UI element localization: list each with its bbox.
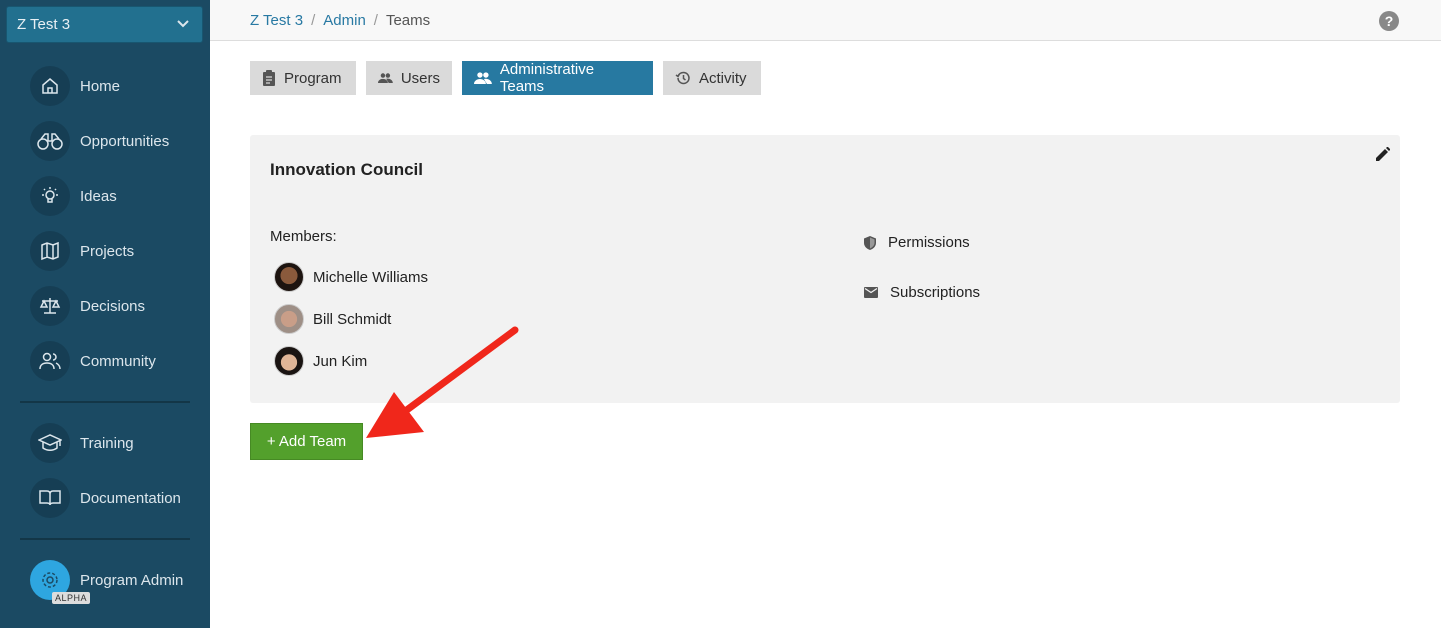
alpha-badge: ALPHA [52, 592, 91, 604]
sidebar-item-ideas[interactable]: Ideas [30, 176, 117, 216]
graduation-cap-icon [30, 423, 70, 463]
member-item[interactable]: Jun Kim [274, 346, 367, 376]
clipboard-icon [263, 70, 275, 86]
sidebar-item-label: Documentation [80, 489, 181, 507]
divider [20, 538, 190, 540]
sidebar-item-training[interactable]: Training [30, 423, 134, 463]
link-label: Subscriptions [890, 284, 981, 301]
breadcrumb-program[interactable]: Z Test 3 [250, 12, 303, 29]
permissions-link[interactable]: Permissions [864, 234, 970, 251]
sidebar-item-projects[interactable]: Projects [30, 231, 134, 271]
history-icon [675, 71, 690, 85]
pencil-icon[interactable] [1376, 147, 1390, 161]
sidebar-item-label: Program Admin [80, 571, 184, 589]
divider [20, 401, 190, 403]
member-item[interactable]: Michelle Williams [274, 262, 428, 292]
shield-icon [864, 235, 876, 250]
sidebar-item-label: Community [80, 352, 156, 370]
lightbulb-icon [30, 176, 70, 216]
people-icon [474, 72, 492, 84]
home-icon [30, 66, 70, 106]
avatar [274, 304, 304, 334]
envelope-icon [864, 287, 878, 298]
sidebar-item-label: Projects [80, 242, 135, 260]
program-name: Z Test 3 [17, 16, 71, 33]
arrow-annotation-icon [366, 326, 519, 438]
book-icon [30, 478, 70, 518]
sidebar-item-label: Opportunities [80, 132, 170, 150]
sidebar-item-documentation[interactable]: Documentation [30, 478, 181, 518]
scale-icon [30, 286, 70, 326]
tab-label: Activity [699, 69, 747, 87]
add-team-button[interactable]: + Add Team [250, 423, 363, 460]
team-name: Innovation Council [270, 160, 423, 179]
tab-program[interactable]: Program [250, 61, 356, 95]
people-icon [30, 341, 70, 381]
tab-label: Program [284, 69, 342, 87]
program-selector[interactable]: Z Test 3 [6, 6, 203, 43]
members-label: Members: [270, 228, 337, 245]
sidebar-item-community[interactable]: Community [30, 341, 156, 381]
breadcrumb-admin[interactable]: Admin [323, 12, 366, 29]
chevron-down-icon [177, 20, 189, 28]
binoculars-icon [30, 121, 70, 161]
link-label: Permissions [888, 234, 970, 251]
sidebar-item-home[interactable]: Home [30, 66, 120, 106]
sidebar-item-label: Ideas [80, 187, 117, 205]
avatar [274, 346, 304, 376]
sidebar-item-label: Decisions [80, 297, 146, 315]
breadcrumb-current: Teams [385, 12, 431, 29]
sidebar-item-decisions[interactable]: Decisions [30, 286, 145, 326]
sidebar: Z Test 3 Home Opportunities Ideas Projec… [0, 0, 210, 628]
people-icon [378, 73, 393, 83]
tab-label: Administrative Teams [499, 61, 595, 95]
sidebar-item-opportunities[interactable]: Opportunities [30, 121, 169, 161]
tab-administrative-teams[interactable]: Administrative Teams [462, 61, 653, 95]
help-icon[interactable]: ? [1379, 11, 1399, 31]
sidebar-item-label: Home [80, 77, 121, 95]
member-name: Michelle Williams [313, 268, 429, 286]
sidebar-item-label: Training [80, 434, 134, 452]
avatar [274, 262, 304, 292]
tab-users[interactable]: Users [366, 61, 452, 95]
breadcrumb: Z Test 3/Admin / Teams ? [210, 0, 1441, 41]
tab-activity[interactable]: Activity [663, 61, 761, 95]
map-icon [30, 231, 70, 271]
subscriptions-link[interactable]: Subscriptions [864, 284, 980, 301]
tab-label: Users [400, 69, 440, 87]
